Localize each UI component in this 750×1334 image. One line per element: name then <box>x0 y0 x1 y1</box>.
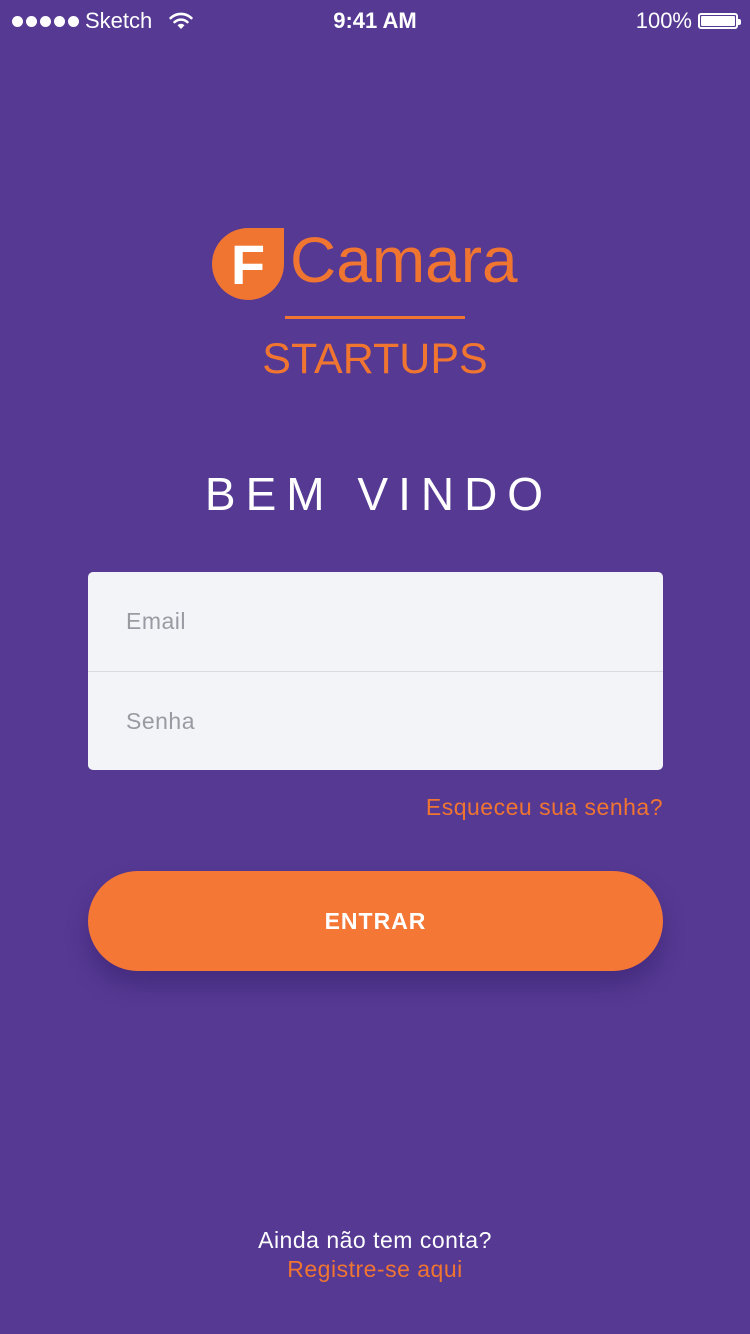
battery-percentage: 100% <box>635 8 692 33</box>
logo-wordmark: Camara <box>290 224 518 296</box>
logo-divider <box>285 316 465 319</box>
fcamara-logo: F Camara <box>212 224 542 302</box>
battery-icon <box>698 13 741 29</box>
register-question: Ainda não tem conta? <box>258 1227 492 1253</box>
forgot-password-link[interactable]: Esqueceu sua senha? <box>426 794 663 821</box>
status-bar: Sketch 9:41 AM 100% <box>0 0 750 40</box>
login-form <box>88 572 663 770</box>
login-button[interactable]: ENTRAR <box>88 871 663 971</box>
welcome-title: BEM VINDO <box>204 468 554 520</box>
fcamara-f-icon: F <box>212 228 284 300</box>
register-link[interactable]: Registre-se aqui <box>287 1255 462 1284</box>
svg-text:F: F <box>231 233 265 296</box>
logo-subtitle: STARTUPS <box>262 335 488 383</box>
register-prompt: Ainda não tem conta? Registre-se aqui <box>0 1226 750 1284</box>
status-bar-right: 100% <box>635 8 741 34</box>
email-input[interactable] <box>88 572 663 671</box>
password-input[interactable] <box>88 672 663 770</box>
